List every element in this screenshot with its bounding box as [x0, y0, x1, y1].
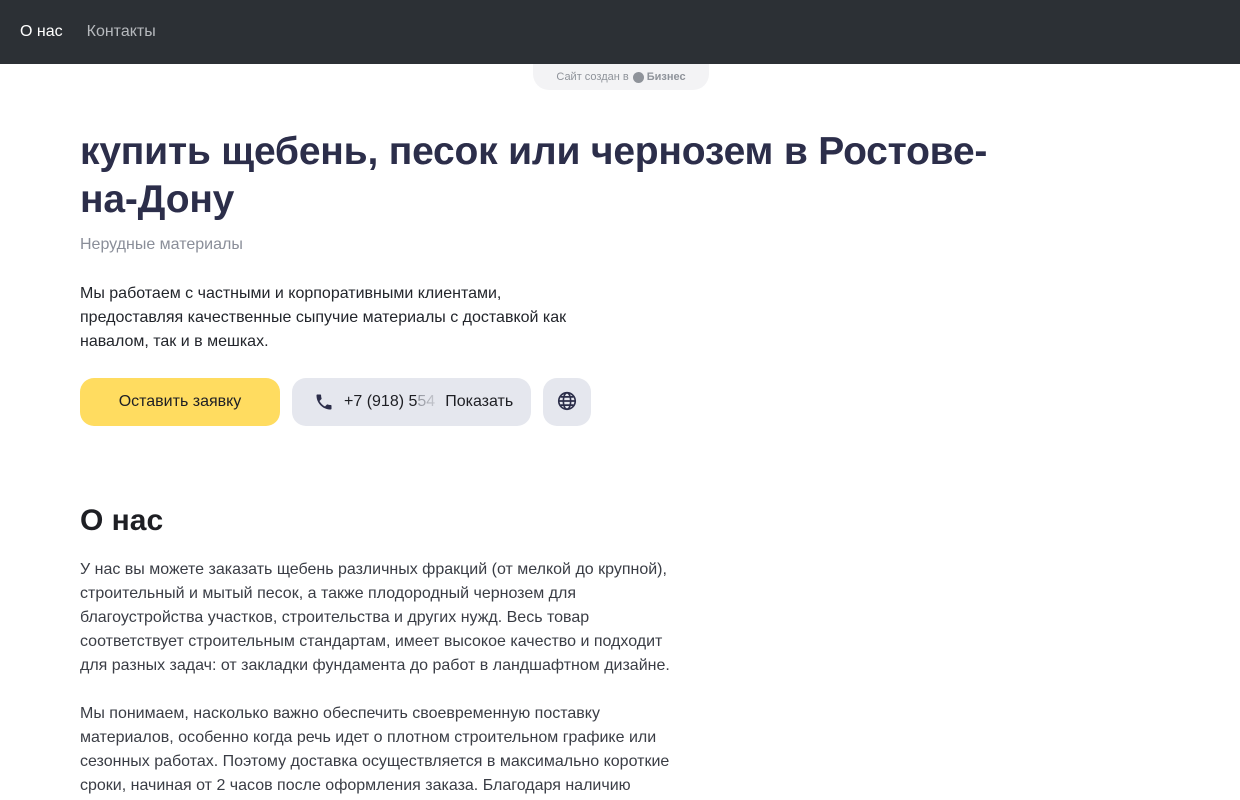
page-subtitle: Нерудные материалы [80, 236, 243, 253]
about-section-title: О нас [80, 504, 164, 537]
submit-request-button[interactable]: Оставить заявку [80, 378, 280, 426]
globe-icon [556, 390, 578, 415]
badge-text: Сайт создан в [556, 71, 629, 83]
badge-brand: Бизнес [632, 71, 686, 83]
badge-brand-label: Бизнес [646, 71, 686, 83]
phone-number-partial: +7 (918) 5 [344, 393, 418, 410]
page-title: купить щебень, песок или чернозем в Рост… [80, 130, 988, 221]
hero-actions: Оставить заявку +7 (918) 5 54 Показать [80, 378, 591, 426]
about-paragraph-1: У нас вы можете заказать щебень различны… [80, 561, 670, 674]
website-button[interactable] [543, 378, 591, 426]
yandex-business-logo-icon [632, 71, 644, 83]
site-builder-badge[interactable]: Сайт создан в Бизнес [533, 64, 709, 90]
show-phone-label: Показать [445, 393, 514, 410]
phone-number-hidden: 54 [417, 393, 436, 410]
hero-description: Мы работаем с частными и корпоративными … [80, 285, 567, 350]
about-paragraph-2: Мы понимаем, насколько важно обеспечить … [80, 705, 670, 794]
nav-link-contacts[interactable]: Контакты [87, 23, 156, 41]
top-navigation-bar: О нас Контакты [0, 0, 1240, 64]
show-phone-button[interactable]: +7 (918) 5 54 Показать [292, 378, 531, 426]
phone-icon [314, 392, 334, 412]
nav-link-about[interactable]: О нас [20, 23, 63, 41]
